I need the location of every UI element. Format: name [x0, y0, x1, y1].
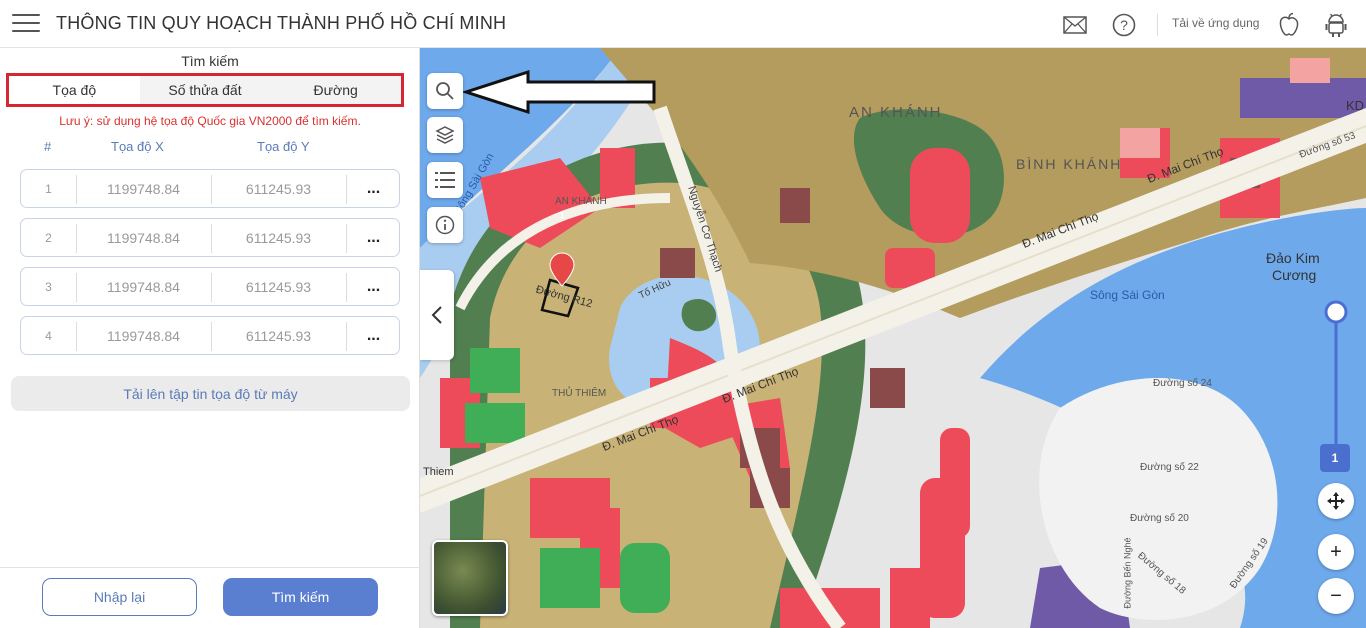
map-search-button[interactable]: [427, 73, 463, 109]
help-icon[interactable]: ?: [1111, 12, 1137, 38]
map-legend-button[interactable]: [427, 162, 463, 198]
list-icon: [435, 172, 455, 188]
android-icon[interactable]: [1323, 12, 1349, 38]
info-icon: [435, 215, 455, 235]
row-index: 1: [45, 181, 52, 196]
coordinate-row: 1 1199748.84 611245.93 ...: [20, 169, 400, 208]
y-coordinate-input[interactable]: 611245.93: [211, 317, 346, 354]
map-label-kd: KD: [1346, 98, 1365, 113]
y-coordinate-input[interactable]: 611245.93: [211, 219, 346, 256]
map-label-dao-kim: Đảo Kim: [1266, 250, 1320, 266]
zoom-level-badge: 1: [1320, 444, 1350, 472]
panel-footer: Nhập lại Tìm kiếm: [0, 567, 420, 628]
map-info-button[interactable]: [427, 207, 463, 243]
search-tabs: Tọa độ Số thửa đất Đường: [6, 73, 404, 107]
map-canvas[interactable]: [420, 48, 1366, 628]
zoom-out-button[interactable]: −: [1318, 578, 1354, 614]
tab-street[interactable]: Đường: [270, 76, 401, 104]
row-more-button[interactable]: ...: [346, 317, 401, 354]
basemap-thumbnail[interactable]: [432, 540, 508, 616]
map-view[interactable]: 1 AN KHÁNH BÌNH KHÁNH AN KHÁNH THỦ THIÊM…: [420, 48, 1366, 628]
row-more-button[interactable]: ...: [346, 219, 401, 256]
top-bar: THÔNG TIN QUY HOẠCH THÀNH PHỐ HỒ CHÍ MIN…: [0, 0, 1366, 48]
collapse-panel-button[interactable]: [420, 270, 454, 360]
map-label-song-sai-gon: Sông Sài Gòn: [1090, 288, 1165, 302]
mail-icon[interactable]: [1062, 12, 1088, 38]
row-index: 2: [45, 230, 52, 245]
app-title: THÔNG TIN QUY HOẠCH THÀNH PHỐ HỒ CHÍ MIN…: [56, 13, 507, 33]
search-panel: Tìm kiếm Tọa độ Số thửa đất Đường Lưu ý:…: [0, 48, 420, 628]
map-layers-button[interactable]: [427, 117, 463, 153]
y-coordinate-input[interactable]: 611245.93: [211, 268, 346, 305]
x-coordinate-input[interactable]: 1199748.84: [76, 317, 211, 354]
coordinate-row: 3 1199748.84 611245.93 ...: [20, 267, 400, 306]
y-coordinate-input[interactable]: 611245.93: [211, 170, 346, 207]
move-icon: [1327, 492, 1345, 510]
menu-icon[interactable]: [12, 14, 40, 34]
download-app-label: Tải về ứng dụng: [1172, 16, 1260, 30]
upload-coordinates-button[interactable]: Tải lên tập tin tọa độ từ máy: [11, 376, 410, 411]
topbar-divider: [1157, 14, 1158, 36]
marker-number: 1: [559, 210, 565, 220]
tab-coordinates[interactable]: Tọa độ: [9, 76, 140, 104]
search-icon: [436, 82, 454, 100]
x-coordinate-input[interactable]: 1199748.84: [76, 219, 211, 256]
coordinate-note: Lưu ý: sử dụng hệ tọa độ Quốc gia VN2000…: [59, 114, 361, 128]
map-label-cuong: Cương: [1272, 267, 1317, 283]
map-label-duong-so-22: Đường số 22: [1140, 462, 1199, 473]
apple-icon[interactable]: [1276, 12, 1302, 38]
map-label-an-khanh: AN KHÁNH: [849, 104, 943, 121]
column-header-y: Tọa độ Y: [257, 139, 310, 154]
chevron-left-icon: [431, 306, 442, 324]
search-button[interactable]: Tìm kiếm: [223, 578, 378, 616]
map-label-thu-thiem: THỦ THIÊM: [552, 388, 607, 399]
column-header-x: Tọa độ X: [111, 139, 164, 154]
map-label-thiem: Thiem: [423, 466, 454, 478]
panel-title: Tìm kiếm: [181, 53, 239, 69]
arrow-annotation-icon: [462, 69, 656, 115]
svg-text:?: ?: [1120, 17, 1128, 33]
locate-button[interactable]: [1318, 483, 1354, 519]
column-header-index: #: [44, 139, 52, 154]
map-label-an-khanh-small: AN KHÁNH: [555, 196, 607, 207]
map-label-ben-nghe: Đường Bến Nghé: [1122, 537, 1133, 609]
tab-parcel-number[interactable]: Số thửa đất: [140, 76, 271, 104]
reset-button[interactable]: Nhập lại: [42, 578, 197, 616]
layers-icon: [435, 126, 455, 144]
x-coordinate-input[interactable]: 1199748.84: [76, 268, 211, 305]
x-coordinate-input[interactable]: 1199748.84: [76, 170, 211, 207]
coordinate-row: 4 1199748.84 611245.93 ...: [20, 316, 400, 355]
zoom-in-button[interactable]: +: [1318, 534, 1354, 570]
map-label-binh-khanh: BÌNH KHÁNH: [1016, 156, 1123, 172]
map-label-duong-so-20: Đường số 20: [1130, 513, 1189, 524]
row-index: 4: [45, 328, 52, 343]
row-more-button[interactable]: ...: [346, 170, 401, 207]
row-index: 3: [45, 279, 52, 294]
row-more-button[interactable]: ...: [346, 268, 401, 305]
coordinate-row: 2 1199748.84 611245.93 ...: [20, 218, 400, 257]
map-label-duong-so-24: Đường số 24: [1153, 378, 1212, 389]
